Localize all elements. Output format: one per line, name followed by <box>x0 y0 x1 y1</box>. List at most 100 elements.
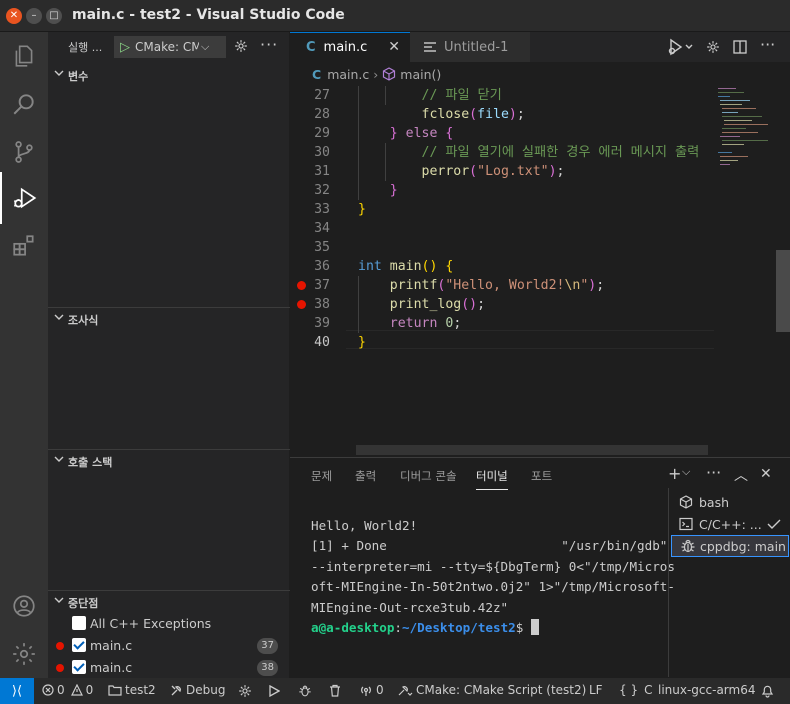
close-panel-icon[interactable]: ✕ <box>760 466 772 482</box>
code-line[interactable]: 37 printf("Hello, World2!\n"); <box>290 276 714 295</box>
ports-status[interactable]: 0 <box>359 683 384 697</box>
section-watch[interactable]: 조사식 <box>48 307 290 329</box>
bell-icon[interactable] <box>761 684 774 698</box>
breadcrumb-file[interactable]: main.c <box>327 67 369 82</box>
language-status[interactable]: { } C <box>619 683 652 697</box>
terminal-output[interactable]: Hello, World2! [1] + Done "/usr/bin/gdb" -… <box>290 516 675 676</box>
code-line[interactable]: 35 <box>290 238 714 257</box>
code-line[interactable]: 40} <box>290 333 714 352</box>
window-minimize-button[interactable]: – <box>26 8 42 24</box>
manage-gear-icon[interactable] <box>0 630 48 678</box>
search-icon[interactable] <box>0 80 48 128</box>
close-icon[interactable]: ✕ <box>388 39 400 55</box>
run-debug-icon[interactable] <box>0 172 48 224</box>
window-maximize-button[interactable]: □ <box>46 8 62 24</box>
line-number: 27 <box>314 88 330 103</box>
section-breakpoints[interactable]: 중단점 <box>48 590 290 612</box>
cmake-status[interactable]: CMake: CMake Script (test2) <box>397 683 586 697</box>
panel-tab-output[interactable]: 출력 <box>355 468 376 484</box>
code-text: int main() { <box>358 259 454 274</box>
extensions-icon[interactable] <box>0 222 48 270</box>
tab-main-c[interactable]: C main.c ✕ <box>290 32 410 62</box>
new-terminal-plus-icon[interactable]: + <box>668 464 681 483</box>
code-text: // 파일 열기에 실패한 경우 에러 메시지 출력 <box>421 145 700 160</box>
panel-tab-terminal[interactable]: 터미널 <box>476 468 508 490</box>
problems-status[interactable]: 0 0 <box>42 683 93 697</box>
terminal-item-bash[interactable]: bash <box>671 491 789 513</box>
breakpoint-checkbox[interactable] <box>72 638 86 652</box>
build-type-status[interactable]: Debug <box>170 683 225 697</box>
breakpoint-row[interactable]: main.c 38 <box>48 657 290 679</box>
debug-icon[interactable] <box>298 684 312 698</box>
panel-tab-problems[interactable]: 문제 <box>311 468 332 484</box>
more-actions-icon[interactable]: ··· <box>260 35 278 54</box>
panel-tab-debug-console[interactable]: 디버그 콘솔 <box>400 468 457 484</box>
horizontal-scrollbar[interactable] <box>356 445 708 455</box>
breakpoint-checkbox[interactable] <box>72 616 86 630</box>
trash-icon[interactable] <box>329 684 341 697</box>
launch-config-dropdown[interactable]: ▷ CMake: CM ⌵ <box>114 36 226 58</box>
c-file-icon: C <box>312 66 322 82</box>
more-actions-icon[interactable]: ··· <box>760 35 775 54</box>
line-number: 36 <box>314 259 330 274</box>
chevron-down-icon[interactable]: ⌵ <box>682 465 690 479</box>
breakpoint-row-exceptions[interactable]: All C++ Exceptions <box>48 613 290 635</box>
breakpoint-label: main.c <box>90 638 133 653</box>
account-icon[interactable] <box>0 582 48 630</box>
minimap[interactable] <box>714 86 790 456</box>
maximize-panel-icon[interactable]: ︿ <box>734 465 748 485</box>
tab-untitled-1[interactable]: Untitled-1 <box>410 32 530 62</box>
panel-tab-ports[interactable]: 포트 <box>531 468 552 484</box>
code-line[interactable]: 38 print_log(); <box>290 295 714 314</box>
run-debug-dropdown-icon[interactable] <box>668 38 694 56</box>
code-line[interactable]: 27 // 파일 닫기 <box>290 86 714 105</box>
project-name: test2 <box>125 683 156 697</box>
terminal-item-cpp-task[interactable]: C/C++: ... <box>671 513 789 535</box>
code-line[interactable]: 36 int main() { <box>290 257 714 276</box>
launch-settings-gear-icon[interactable] <box>234 39 248 53</box>
code-text: perror("Log.txt"); <box>421 164 565 179</box>
eol-status[interactable]: LF <box>589 683 603 697</box>
code-line[interactable]: 34 <box>290 219 714 238</box>
minimap-slider[interactable] <box>776 250 790 332</box>
kit-status[interactable]: linux-gcc-arm64 <box>658 683 756 697</box>
warning-count: 0 <box>85 683 94 697</box>
breakpoint-row[interactable]: main.c 37 <box>48 635 290 657</box>
code-line[interactable]: 31 perror("Log.txt"); <box>290 162 714 181</box>
breakpoint-checkbox[interactable] <box>72 660 86 674</box>
settings-gear-icon[interactable] <box>706 40 720 54</box>
code-line[interactable]: 39 return 0; <box>290 314 714 333</box>
remote-indicator-icon[interactable]: ⟩⟨ <box>0 678 34 704</box>
code-text: } else { <box>389 126 454 141</box>
code-editor[interactable]: 27 // 파일 닫기 28 fclose(file); 29 } else {30… <box>290 86 714 456</box>
run-icon[interactable] <box>269 685 280 697</box>
terminal-item-cppdbg[interactable]: cppdbg: main <box>671 535 789 557</box>
code-text: } <box>358 335 366 350</box>
section-variables[interactable]: 변수 <box>48 64 290 86</box>
line-number: 29 <box>314 126 330 141</box>
build-gear-icon[interactable] <box>238 684 252 698</box>
project-status[interactable]: test2 <box>108 683 156 697</box>
breadcrumb-symbol[interactable]: main() <box>400 67 441 82</box>
explorer-icon[interactable] <box>0 32 48 80</box>
code-line[interactable]: 29 } else { <box>290 124 714 143</box>
chevron-right-icon: › <box>373 66 379 82</box>
code-line[interactable]: 33} <box>290 200 714 219</box>
section-label: 중단점 <box>68 597 99 610</box>
editor-tabs: C main.c ✕ Untitled-1 ··· <box>290 32 790 62</box>
debug-sidebar: 실행 ... ▷ CMake: CM ⌵ ··· 변수 조사식 호출 스택 중단… <box>48 32 290 678</box>
code-line[interactable]: 32 } <box>290 181 714 200</box>
check-icon <box>767 519 781 529</box>
start-debug-icon[interactable]: ▷ <box>115 40 135 55</box>
more-actions-icon[interactable]: ··· <box>706 463 721 482</box>
breakpoint-line-badge: 38 <box>257 660 278 676</box>
source-control-icon[interactable] <box>0 128 48 176</box>
terminal-item-label: bash <box>699 494 730 510</box>
code-line[interactable]: 30 // 파일 열기에 실패한 경우 에러 메시지 출력 <box>290 143 714 162</box>
section-call-stack[interactable]: 호출 스택 <box>48 449 290 471</box>
window-close-button[interactable]: ✕ <box>6 8 22 24</box>
breadcrumb: C main.c › main() <box>290 62 790 86</box>
split-editor-icon[interactable] <box>733 40 747 54</box>
code-line[interactable]: 28 fclose(file); <box>290 105 714 124</box>
launch-config-label: CMake: CM <box>135 40 199 54</box>
